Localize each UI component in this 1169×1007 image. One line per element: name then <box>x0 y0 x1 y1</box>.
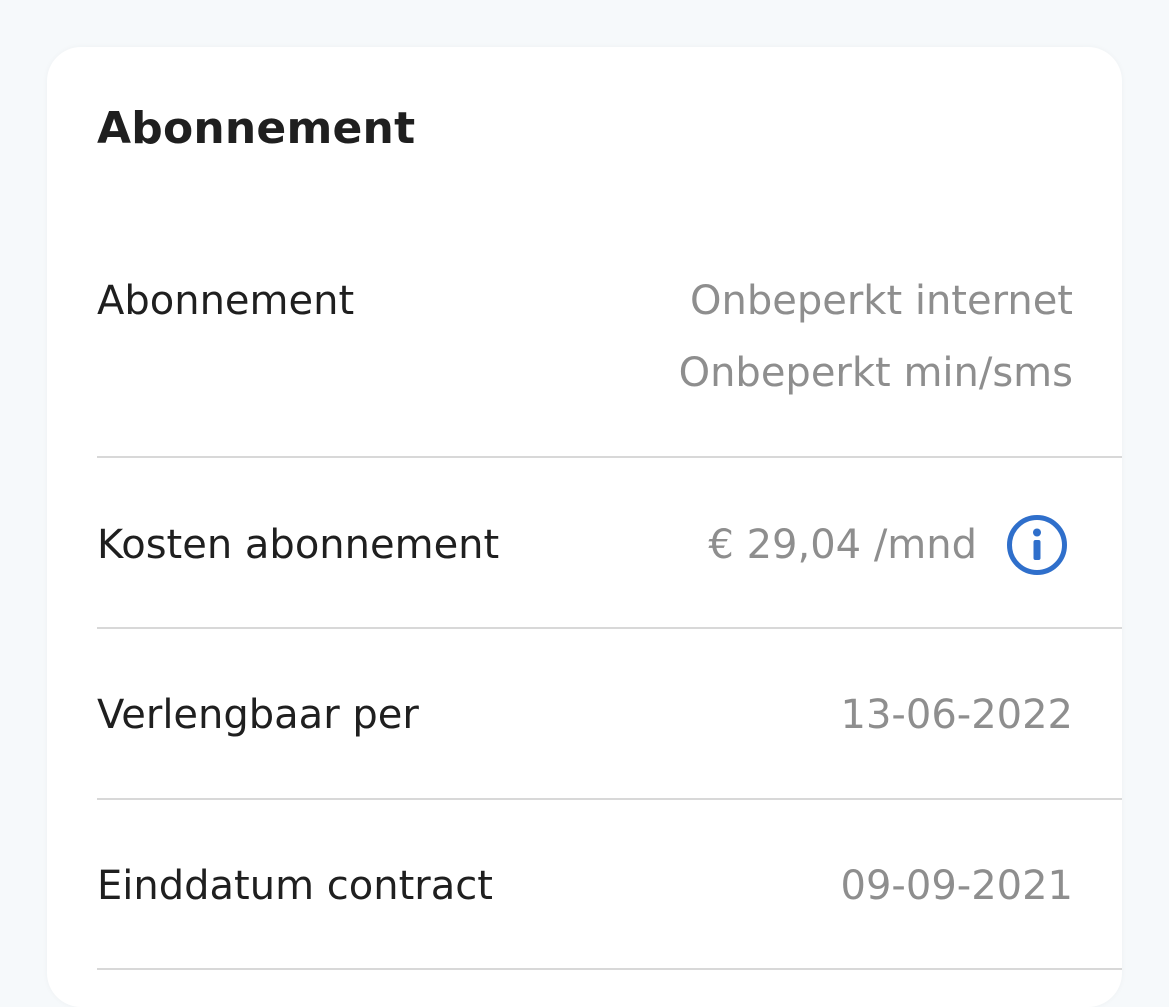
subscription-card: Abonnement Abonnement Onbeperkt internet… <box>47 47 1122 1007</box>
end-date-value: 09-09-2021 <box>840 863 1073 909</box>
card-title: Abonnement <box>97 103 416 154</box>
cost-value: € 29,04 /mnd <box>708 522 977 568</box>
subscription-value-line-2: Onbeperkt min/sms <box>678 350 1073 396</box>
cost-label: Kosten abonnement <box>97 522 500 568</box>
divider <box>97 456 1122 458</box>
divider <box>97 798 1122 800</box>
renewable-label: Verlengbaar per <box>97 692 419 738</box>
subscription-label: Abonnement <box>97 278 355 324</box>
end-date-label: Einddatum contract <box>97 863 493 909</box>
divider <box>97 968 1122 970</box>
info-icon[interactable] <box>1006 514 1068 576</box>
subscription-value-line-1: Onbeperkt internet <box>690 278 1073 324</box>
divider <box>97 627 1122 629</box>
renewable-value: 13-06-2022 <box>840 692 1073 738</box>
subscription-value: Onbeperkt internet Onbeperkt min/sms <box>679 265 1073 409</box>
